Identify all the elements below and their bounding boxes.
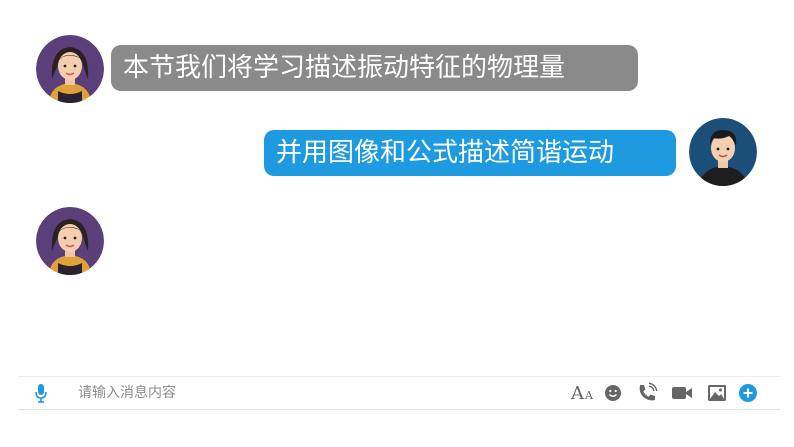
phone-call-icon[interactable] [636, 382, 658, 404]
emoji-icon[interactable] [604, 382, 622, 404]
avatar-female[interactable] [36, 35, 104, 103]
avatar-male[interactable] [689, 118, 757, 186]
font-size-label-small: A [585, 389, 593, 402]
female-avatar-icon [36, 207, 104, 275]
message-input[interactable] [78, 381, 498, 405]
font-size-icon[interactable]: AA [570, 382, 594, 404]
font-size-label-big: A [571, 382, 585, 404]
chat-window: 本节我们将学习描述振动特征的物理量 并用图像和公式描述简谐运动 请输入消息内容 … [0, 0, 794, 447]
microphone-icon[interactable] [34, 383, 48, 403]
avatar-female[interactable] [36, 207, 104, 275]
add-icon[interactable] [738, 382, 758, 404]
message-bubble-incoming[interactable]: 本节我们将学习描述振动特征的物理量 [111, 45, 638, 91]
female-avatar-icon [36, 35, 104, 103]
male-avatar-icon [689, 118, 757, 186]
message-bubble-outgoing[interactable]: 并用图像和公式描述简谐运动 [264, 130, 676, 176]
image-icon[interactable] [706, 382, 728, 404]
message-composer: AA [18, 376, 780, 410]
video-call-icon[interactable] [670, 382, 694, 404]
